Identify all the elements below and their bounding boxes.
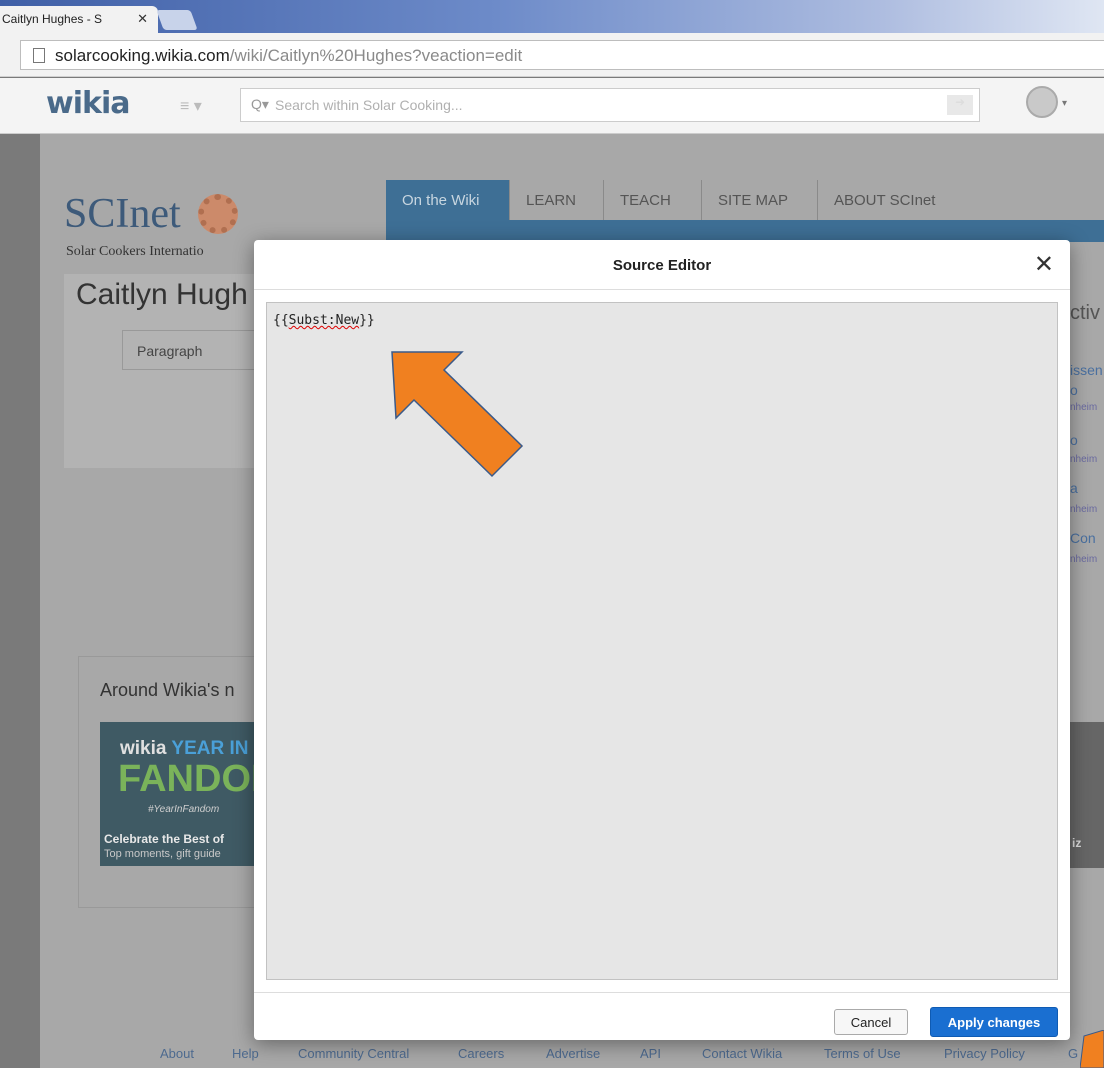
footer-link[interactable]: Help [232, 1046, 259, 1061]
footer-link[interactable]: Community Central [298, 1046, 409, 1061]
dialog-footer: Cancel Apply changes [254, 992, 1070, 1040]
site-subtitle: Solar Cookers Internatio [66, 244, 204, 259]
activity-link[interactable]: Con [1070, 530, 1096, 546]
cancel-button[interactable]: Cancel [834, 1009, 908, 1035]
source-content: {{Subst:New}} [273, 313, 375, 328]
search-placeholder: Search within Solar Cooking... [275, 97, 463, 113]
browser-tab-strip: Caitlyn Hughes - S ✕ [0, 0, 1104, 33]
promo-subcaption: Top moments, gift guide [104, 848, 221, 860]
search-icon[interactable]: Q▾ [251, 96, 269, 113]
tab-site-map[interactable]: SITE MAP [702, 180, 818, 220]
tab-title: Caitlyn Hughes - S [2, 12, 103, 26]
footer-link[interactable]: G [1068, 1046, 1078, 1061]
chevron-down-icon[interactable]: ▾ [1062, 98, 1067, 109]
address-bar-area: solarcooking.wikia.com/wiki/Caitlyn%20Hu… [0, 33, 1104, 77]
promo-right-text: iz [1072, 836, 1082, 850]
page-title: Caitlyn Hugh [76, 278, 248, 311]
annotation-arrow-icon [391, 351, 524, 478]
site-logo: SCInet [64, 191, 181, 237]
format-select[interactable]: Paragraph [122, 330, 262, 370]
close-icon[interactable]: ✕ [1034, 250, 1054, 279]
activity-user[interactable]: nheim [1070, 554, 1097, 565]
tab-learn[interactable]: LEARN [510, 180, 604, 220]
apply-changes-button[interactable]: Apply changes [930, 1007, 1058, 1037]
search-input[interactable]: Q▾ Search within Solar Cooking... ➜ [240, 88, 980, 122]
tab-about-scinet[interactable]: ABOUT SCInet [818, 180, 968, 220]
menu-icon[interactable]: ≡ ▾ [180, 96, 202, 116]
promo-brand: wikia YEAR IN [120, 738, 249, 759]
browser-tab[interactable]: Caitlyn Hughes - S ✕ [0, 6, 158, 33]
user-avatar-icon[interactable] [1026, 86, 1058, 118]
tab-on-the-wiki[interactable]: On the Wiki [386, 180, 510, 220]
footer-link[interactable]: Advertise [546, 1046, 600, 1061]
site-nav: On the Wiki LEARN TEACH SITE MAP ABOUT S… [386, 180, 1104, 220]
page-icon [33, 48, 45, 63]
site-subnav [386, 220, 1104, 242]
close-tab-icon[interactable]: ✕ [137, 11, 148, 27]
url-path: /wiki/Caitlyn%20Hughes?veaction=edit [229, 46, 523, 65]
promo-hashtag: #YearInFandom [148, 804, 220, 815]
wikia-logo[interactable]: wikia [46, 86, 130, 121]
dialog-title: Source Editor [612, 257, 712, 274]
activity-user[interactable]: nheim [1070, 402, 1097, 413]
activity-link[interactable]: a [1070, 480, 1078, 496]
activity-link[interactable]: o [1070, 432, 1078, 448]
dialog-header: Source Editor ✕ [254, 240, 1070, 290]
around-wikia-title: Around Wikia's n [100, 680, 235, 700]
right-rail-heading: ctiv [1070, 302, 1100, 324]
footer-links: About Help Community Central Careers Adv… [0, 1044, 1104, 1068]
address-bar[interactable]: solarcooking.wikia.com/wiki/Caitlyn%20Hu… [20, 40, 1104, 70]
new-tab-button[interactable] [156, 10, 198, 30]
tab-teach[interactable]: TEACH [604, 180, 702, 220]
sun-logo-icon [198, 194, 238, 234]
activity-link[interactable]: issen [1070, 362, 1103, 378]
footer-link[interactable]: Terms of Use [824, 1046, 901, 1061]
url-host: solarcooking.wikia.com [55, 46, 230, 65]
footer-link[interactable]: API [640, 1046, 661, 1061]
right-rail-activity: ctiv issen o nheim o nheim a nheim Con n… [1066, 300, 1104, 620]
footer-link[interactable]: Contact Wikia [702, 1046, 782, 1061]
promo-caption: Celebrate the Best of [104, 832, 225, 846]
footer-link[interactable]: Privacy Policy [944, 1046, 1025, 1061]
wikia-global-nav: wikia ≡ ▾ Q▾ Search within Solar Cooking… [0, 78, 1104, 134]
annotation-arrow-fragment-icon [1080, 1030, 1104, 1068]
footer-link[interactable]: About [160, 1046, 194, 1061]
spellcheck-word: Subst:New [288, 313, 360, 328]
activity-user[interactable]: nheim [1070, 454, 1097, 465]
activity-link[interactable]: o [1070, 382, 1078, 398]
footer-link[interactable]: Careers [458, 1046, 504, 1061]
promo-image-right[interactable]: iz [1068, 722, 1104, 868]
activity-user[interactable]: nheim [1070, 504, 1097, 515]
search-submit-button[interactable]: ➜ [947, 95, 973, 115]
